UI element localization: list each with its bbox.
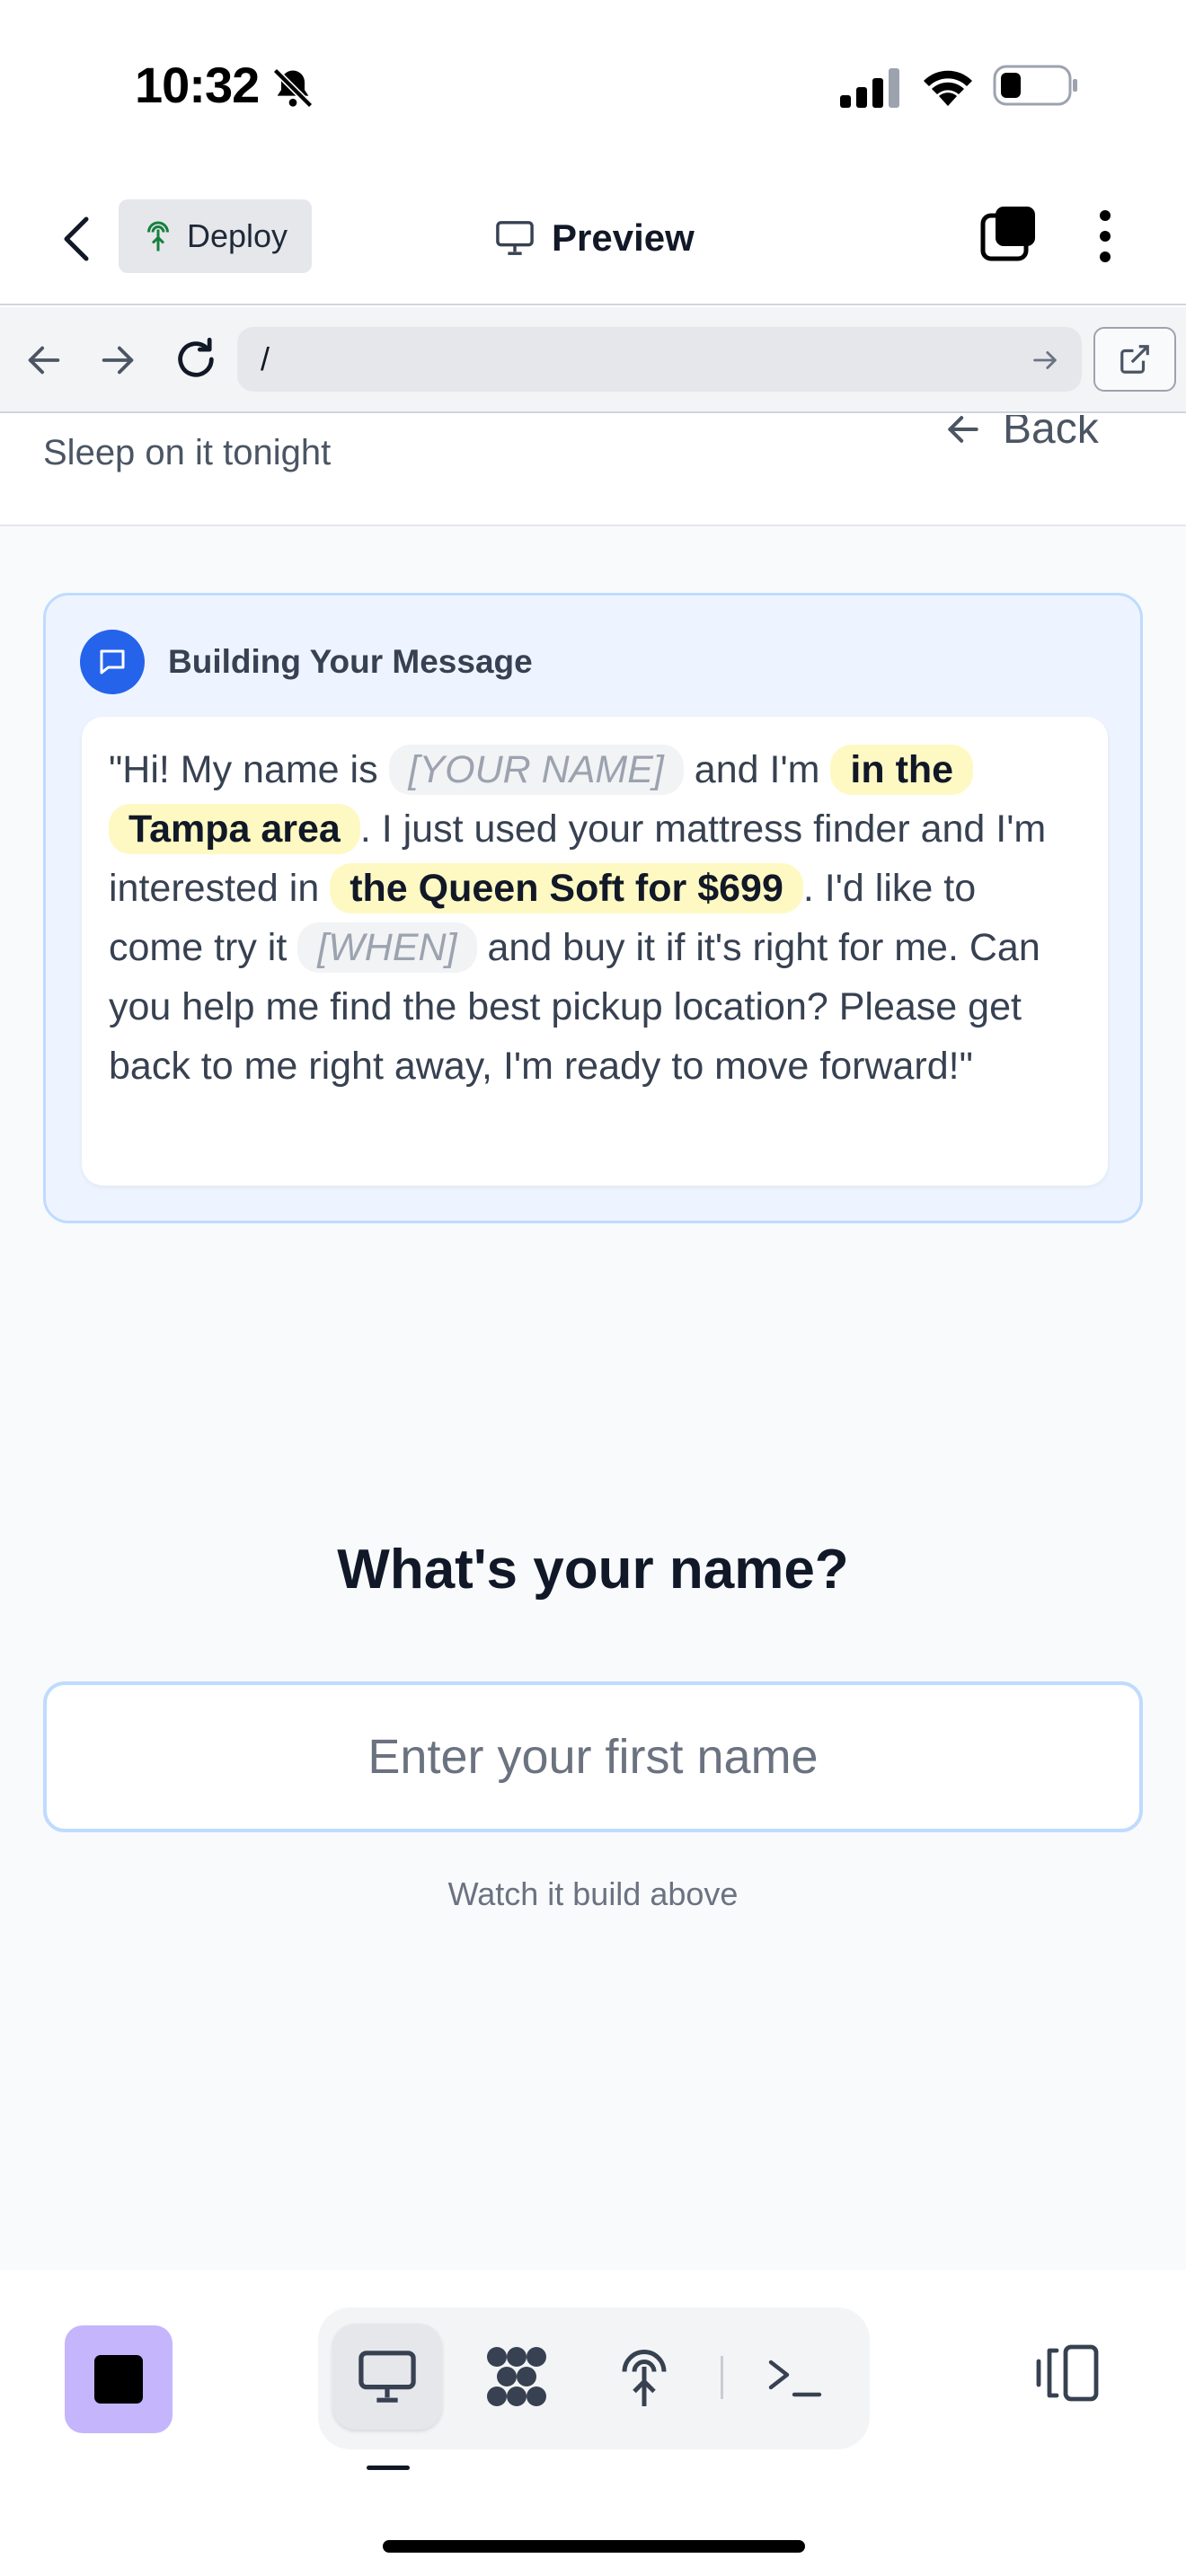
stop-icon: [94, 2355, 143, 2404]
product-highlight: the Queen Soft for $699: [330, 863, 803, 913]
message-segment: and I'm: [683, 748, 831, 791]
deploy-icon: [147, 221, 169, 251]
page-content: Sleep on it tonight Back Building Your M…: [0, 415, 1186, 2270]
message-badge: [80, 630, 145, 694]
url-text: /: [261, 340, 270, 377]
split-view-icon[interactable]: [1033, 2343, 1102, 2403]
arrow-right-icon[interactable]: [97, 340, 138, 381]
reload-icon[interactable]: [173, 336, 219, 383]
when-placeholder: [WHEN]: [297, 922, 477, 973]
back-link-label: Back: [1003, 415, 1099, 453]
tabs-icon[interactable]: [979, 205, 1039, 264]
page-top-header: Sleep on it tonight Back: [0, 415, 1186, 526]
mode-divider: [721, 2356, 723, 2399]
name-placeholder: [YOUR NAME]: [388, 745, 684, 795]
arrow-left-icon[interactable]: [23, 340, 65, 381]
home-indicator: [383, 2540, 805, 2553]
more-vertical-icon[interactable]: [1087, 207, 1123, 266]
arrow-left-icon: [948, 415, 978, 443]
message-body: "Hi! My name is [YOUR NAME] and I'm in t…: [82, 717, 1108, 1186]
browser-bar: /: [0, 307, 1186, 413]
cellular-signal-icon: [840, 68, 899, 108]
battery-icon: [993, 65, 1077, 106]
mode-integrations-button[interactable]: [462, 2324, 571, 2430]
app-header: Deploy Preview: [0, 180, 1186, 305]
url-field[interactable]: /: [237, 327, 1082, 392]
message-preview-card: Building Your Message "Hi! My name is [Y…: [43, 593, 1143, 1223]
first-name-input[interactable]: [43, 1681, 1143, 1832]
name-question: What's your name?: [337, 1539, 849, 1601]
mode-preview-button[interactable]: [332, 2324, 442, 2430]
deploy-label: Deploy: [187, 217, 288, 254]
mode-deploy-button[interactable]: [589, 2324, 699, 2430]
external-link-icon: [1120, 345, 1149, 374]
integrations-icon: [487, 2347, 546, 2406]
message-card-title: Building Your Message: [168, 643, 533, 680]
page-subtitle: Sleep on it tonight: [43, 433, 332, 472]
monitor-icon: [496, 221, 534, 255]
chat-bubble-icon: [100, 649, 125, 675]
preview-label: Preview: [552, 216, 695, 259]
monitor-icon: [358, 2351, 416, 2403]
back-chevron-icon[interactable]: [56, 212, 99, 266]
wifi-icon: [924, 70, 972, 106]
terminal-icon: [768, 2360, 822, 2397]
open-external-button[interactable]: [1093, 327, 1176, 392]
build-hint: Watch it build above: [447, 1875, 739, 1912]
status-bar: 10:32: [0, 0, 1186, 171]
message-segment: "Hi! My name is: [109, 748, 389, 791]
go-arrow-icon[interactable]: [1030, 345, 1060, 375]
mode-switcher: [318, 2307, 870, 2449]
status-time: 10:32: [135, 57, 260, 113]
deploy-button[interactable]: Deploy: [119, 199, 312, 273]
message-text: "Hi! My name is [YOUR NAME] and I'm in t…: [109, 740, 1081, 1096]
active-mode-indicator: [367, 2466, 410, 2470]
bell-off-icon: [272, 67, 314, 109]
back-link[interactable]: Back: [943, 415, 1099, 454]
bottom-toolbar: [0, 2270, 1186, 2576]
message-card-header: Building Your Message: [80, 630, 533, 694]
preview-title: Preview: [494, 207, 695, 269]
stop-button[interactable]: [65, 2325, 173, 2433]
deploy-icon: [622, 2350, 667, 2406]
mode-terminal-button[interactable]: [740, 2324, 850, 2430]
